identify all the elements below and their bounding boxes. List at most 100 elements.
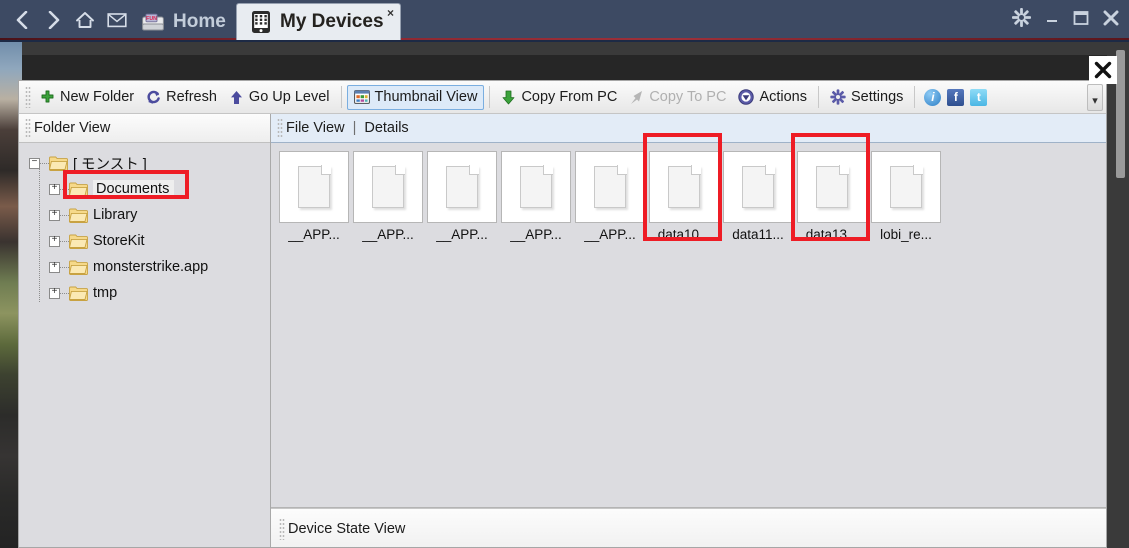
file-thumbnail <box>723 151 793 223</box>
file-tile-data11[interactable]: data11... <box>723 151 793 242</box>
file-thumbnail-area[interactable]: __APP... __APP... __APP... __APP... __AP… <box>271 143 1106 508</box>
file-thumbnail <box>649 151 719 223</box>
tree-expander-monsterstrike-app[interactable]: + <box>49 261 60 273</box>
tree-expander-library[interactable]: + <box>49 209 60 221</box>
facebook-icon[interactable]: f <box>947 88 965 106</box>
file-manager-window: New Folder Refresh Go Up Level Thumbnail… <box>18 80 1107 548</box>
overlay-close-button[interactable] <box>1089 56 1117 84</box>
folder-view-pane: Folder View − [ モンスト ] + Documents + Lib… <box>19 114 271 547</box>
tree-expander-storekit[interactable]: + <box>49 235 60 247</box>
file-thumbnail <box>501 151 571 223</box>
chevron-down-icon: ▾ <box>1092 95 1098 107</box>
window-body: Folder View − [ モンスト ] + Documents + Lib… <box>19 114 1106 547</box>
new-folder-button[interactable]: New Folder <box>34 85 140 110</box>
tree-node-storekit[interactable]: + StoreKit <box>49 228 270 254</box>
svg-text:FUN: FUN <box>146 16 157 22</box>
maximize-icon[interactable] <box>1073 10 1089 26</box>
folder-view-title: Folder View <box>34 120 111 136</box>
toolbar-separator-4 <box>914 86 916 108</box>
settings-gear-icon[interactable] <box>1012 8 1031 27</box>
file-view-pane: File View | Details __APP... __APP... __… <box>271 114 1106 547</box>
folder-icon <box>68 234 88 249</box>
file-view-tab[interactable]: File View <box>286 120 345 136</box>
thumbnail-view-label: Thumbnail View <box>374 89 478 105</box>
toolbar-overflow-button[interactable]: ▾ <box>1087 84 1103 111</box>
actions-label: Actions <box>759 89 807 105</box>
tree-dots <box>60 214 69 216</box>
tab-my-devices[interactable]: My Devices × <box>236 3 401 40</box>
file-tile-data13[interactable]: data13... <box>797 151 867 242</box>
actions-button[interactable]: Actions <box>732 85 813 110</box>
device-state-label: Device State View <box>288 520 406 537</box>
tree-label-library: Library <box>93 207 138 223</box>
tree-expander-tmp[interactable]: + <box>49 287 60 299</box>
details-tab[interactable]: Details <box>364 120 408 136</box>
device-state-view: Device State View <box>271 508 1106 547</box>
actions-icon <box>738 89 755 105</box>
background-scrollbar[interactable] <box>1116 50 1125 178</box>
file-tile-lobi[interactable]: lobi_re... <box>871 151 941 242</box>
folder-view-grip[interactable] <box>25 118 31 138</box>
document-icon <box>668 165 701 208</box>
disk-icon: FUN <box>142 13 164 32</box>
tree-label-documents: Documents <box>93 179 175 199</box>
document-icon <box>594 165 627 208</box>
tree-label-tmp: tmp <box>93 285 118 301</box>
go-up-level-button[interactable]: Go Up Level <box>223 85 336 110</box>
mail-icon[interactable] <box>104 6 130 34</box>
copy-to-pc-button[interactable]: Copy To PC <box>623 85 732 110</box>
refresh-icon <box>147 90 160 104</box>
tree-children: + Documents + Library + StoreKit + monst… <box>29 176 270 306</box>
tree-node-root[interactable]: − [ モンスト ] <box>29 150 270 176</box>
device-state-grip[interactable] <box>279 517 285 540</box>
document-icon <box>446 165 479 208</box>
tree-expander-documents[interactable]: + <box>49 183 60 195</box>
tree-node-tmp[interactable]: + tmp <box>49 280 270 306</box>
folder-tree: − [ モンスト ] + Documents + Library + Store… <box>19 143 270 547</box>
tree-node-documents[interactable]: + Documents <box>49 176 270 202</box>
tree-node-monsterstrike-app[interactable]: + monsterstrike.app <box>49 254 270 280</box>
file-thumbnail <box>279 151 349 223</box>
tree-label-storekit: StoreKit <box>93 233 145 249</box>
plus-icon <box>41 90 54 102</box>
twitter-icon[interactable]: t <box>970 88 988 106</box>
toolbar-grip[interactable] <box>25 86 31 108</box>
document-icon <box>742 165 775 208</box>
file-label: __APP... <box>288 227 340 242</box>
home-icon[interactable] <box>72 6 98 34</box>
file-tile[interactable]: __APP... <box>279 151 349 242</box>
back-icon[interactable] <box>8 6 34 34</box>
refresh-button[interactable]: Refresh <box>140 85 223 110</box>
tree-label-root: [ モンスト ] <box>73 156 147 173</box>
download-icon <box>503 90 515 104</box>
file-thumbnail <box>427 151 497 223</box>
thumbnail-view-button[interactable]: Thumbnail View <box>346 84 485 110</box>
new-folder-label: New Folder <box>60 89 135 105</box>
tab-my-devices-label: My Devices <box>280 11 384 32</box>
settings-button[interactable]: Settings <box>824 85 909 110</box>
tab-home[interactable]: FUN Home <box>128 4 240 40</box>
file-view-grip[interactable] <box>277 118 283 138</box>
file-tile[interactable]: __APP... <box>501 151 571 242</box>
file-tile[interactable]: __APP... <box>575 151 645 242</box>
folder-icon <box>68 182 88 197</box>
file-tile-data10[interactable]: data10... <box>649 151 719 242</box>
settings-label: Settings <box>851 89 904 105</box>
forward-icon[interactable] <box>40 6 66 34</box>
folder-view-header: Folder View <box>19 114 270 143</box>
tree-expander-root[interactable]: − <box>29 157 40 169</box>
refresh-label: Refresh <box>166 89 217 105</box>
tab-home-label: Home <box>173 11 226 32</box>
tree-node-library[interactable]: + Library <box>49 202 270 228</box>
minimize-icon[interactable] <box>1045 11 1059 25</box>
copy-from-pc-button[interactable]: Copy From PC <box>495 85 623 110</box>
file-tile[interactable]: __APP... <box>353 151 423 242</box>
gear-icon <box>830 89 846 105</box>
tab-close-icon[interactable]: × <box>387 6 394 20</box>
file-label: data13... <box>805 227 859 242</box>
screen: FUN Home My Devices × New Folder Refresh… <box>0 0 1129 548</box>
info-icon[interactable]: i <box>924 88 942 106</box>
document-icon <box>298 165 331 208</box>
file-tile[interactable]: __APP... <box>427 151 497 242</box>
close-icon[interactable] <box>1103 10 1119 26</box>
